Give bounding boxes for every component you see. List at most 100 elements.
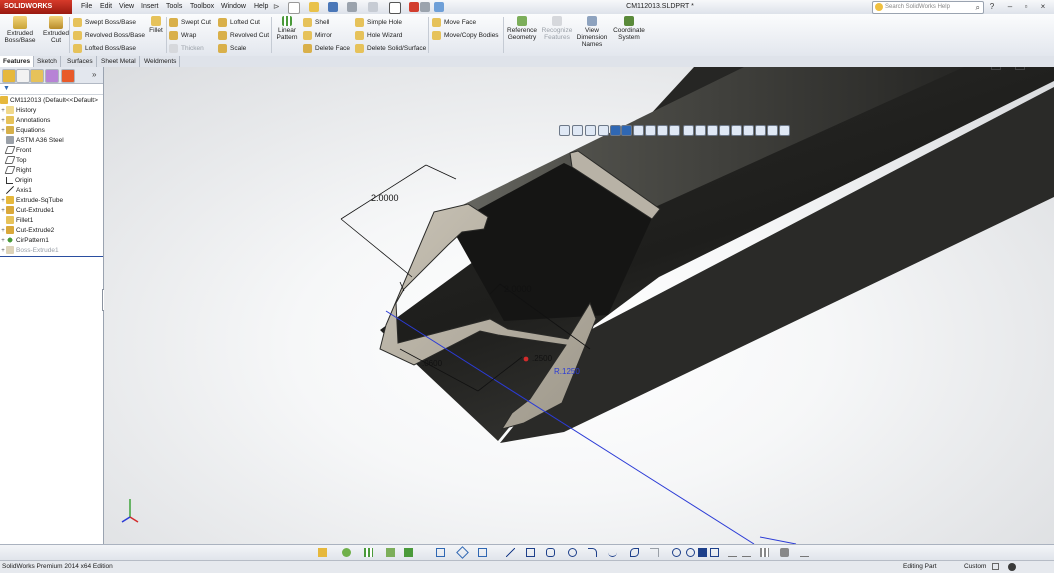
curvature-icon[interactable] xyxy=(767,125,778,136)
display-manager-tab-icon[interactable] xyxy=(61,69,75,83)
display-relations-icon[interactable] xyxy=(800,548,809,557)
dimension-d5[interactable]: R.1250 xyxy=(554,367,580,376)
smart-dimension-icon[interactable] xyxy=(456,546,469,559)
mirror-entities-icon[interactable] xyxy=(728,548,737,557)
perspective-icon[interactable] xyxy=(719,125,730,136)
minimize-button[interactable]: – xyxy=(1004,1,1016,12)
tree-item-origin[interactable]: Origin xyxy=(0,176,32,186)
shell-button[interactable]: Shell xyxy=(303,17,329,28)
undo-icon[interactable] xyxy=(368,2,378,12)
configuration-manager-tab-icon[interactable] xyxy=(30,69,44,83)
mirror-button[interactable]: Mirror xyxy=(303,30,332,41)
menu-edit[interactable]: Edit xyxy=(100,0,112,14)
tree-item-axis1[interactable]: Axis1 xyxy=(0,186,32,196)
tree-item-annotations[interactable]: + Annotations xyxy=(0,116,50,126)
tree-item-boss-extrude1[interactable]: + Boss-Extrude1 xyxy=(0,246,59,256)
point-tool-icon[interactable] xyxy=(672,548,681,557)
tree-item-extrude-sqtube[interactable]: + Extrude-SqTube xyxy=(0,196,63,206)
tree-item-equations[interactable]: + Equations xyxy=(0,126,45,136)
revolved-boss-button[interactable]: Revolved Boss/Base xyxy=(73,30,145,41)
hole-wizard-button[interactable]: Hole Wizard xyxy=(355,30,402,41)
restore-button[interactable]: ▫ xyxy=(1020,1,1032,12)
units-dropdown-icon[interactable] xyxy=(992,563,999,570)
circle-tool-icon[interactable] xyxy=(568,548,577,557)
dimension-d1[interactable]: 2.0000 xyxy=(371,193,399,203)
property-manager-tab-icon[interactable] xyxy=(16,69,30,83)
tree-item-history[interactable]: + History xyxy=(0,106,36,116)
close-button[interactable]: × xyxy=(1037,1,1049,12)
zoom-area-icon[interactable] xyxy=(572,125,583,136)
hide-show-items-icon[interactable] xyxy=(633,125,644,136)
viewport-tile-icon[interactable] xyxy=(991,67,1001,70)
tree-item-front[interactable]: Front xyxy=(0,146,31,156)
spline-tool-icon[interactable] xyxy=(608,548,617,557)
lofted-boss-button[interactable]: Lofted Boss/Base xyxy=(73,43,136,54)
scale-button[interactable]: Scale xyxy=(218,43,246,54)
options-icon[interactable] xyxy=(434,2,444,12)
move-copy-bodies-button[interactable]: Move/Copy Bodies xyxy=(432,30,499,41)
dimxpert-tab-icon[interactable] xyxy=(45,69,59,83)
tab-sketch[interactable]: Sketch xyxy=(34,56,61,67)
sketch-tool-icon[interactable] xyxy=(436,548,445,557)
viewport-minimize-icon[interactable]: – xyxy=(1003,67,1011,68)
section-view-icon[interactable] xyxy=(598,125,609,136)
view-orientation-icon[interactable] xyxy=(610,125,621,136)
menu-pin-icon[interactable]: ⊳ xyxy=(273,0,280,14)
fillet-button[interactable]: Fillet xyxy=(146,16,166,34)
search-go-icon[interactable]: ⌕ xyxy=(976,2,980,13)
text-tool-icon[interactable] xyxy=(698,548,707,557)
move-entities-icon[interactable] xyxy=(780,548,789,557)
fillet-tool-icon[interactable] xyxy=(342,548,351,557)
dimension-d2[interactable]: 2.0000 xyxy=(504,284,532,294)
select-icon[interactable] xyxy=(389,2,401,14)
dimension-grip-icon[interactable] xyxy=(523,356,529,362)
arc-tool-icon[interactable] xyxy=(588,548,597,557)
dimension-d3[interactable]: .0600 xyxy=(422,359,443,368)
print-icon[interactable] xyxy=(347,2,357,12)
menu-tools[interactable]: Tools xyxy=(166,0,182,14)
fillet-sketch-icon[interactable] xyxy=(650,548,659,557)
revolved-cut-button[interactable]: Revolved Cut xyxy=(218,30,269,41)
relations-icon[interactable] xyxy=(478,548,487,557)
menu-view[interactable]: View xyxy=(119,0,134,14)
move-face-button[interactable]: Move Face xyxy=(432,17,476,28)
slot-tool-icon[interactable] xyxy=(546,548,555,557)
linear-sketch-pattern-icon[interactable] xyxy=(760,548,769,557)
line-tool-icon[interactable] xyxy=(506,548,515,557)
apply-scene-icon[interactable] xyxy=(657,125,668,136)
graphics-viewport[interactable]: 2.0000 2.0000 .0600 .2500 R.1250 xyxy=(104,67,1054,544)
tree-item-top[interactable]: Top xyxy=(0,156,26,166)
previous-view-icon[interactable] xyxy=(585,125,596,136)
viewport-restore-icon[interactable] xyxy=(1015,67,1025,70)
wrap-button[interactable]: Wrap xyxy=(169,30,196,41)
dimension-d4[interactable]: .2500 xyxy=(532,354,553,363)
offset-entities-icon[interactable] xyxy=(742,548,751,557)
model-canvas[interactable]: 2.0000 2.0000 .0600 .2500 R.1250 xyxy=(104,67,1054,544)
reference-geometry-button[interactable]: Reference Geometry xyxy=(505,16,539,41)
coordinate-system-button[interactable]: Coordinate System xyxy=(611,16,647,41)
linear-pattern-button[interactable]: Linear Pattern xyxy=(274,16,300,41)
edit-appearance-icon[interactable] xyxy=(645,125,656,136)
view-settings-icon[interactable] xyxy=(669,125,680,136)
tree-root-part[interactable]: CM112013 (Default<<Default> xyxy=(0,96,98,106)
menu-insert[interactable]: Insert xyxy=(141,0,159,14)
realview-icon[interactable] xyxy=(683,125,694,136)
tree-filter[interactable]: ▼ xyxy=(0,84,103,95)
simple-hole-button[interactable]: Simple Hole xyxy=(355,17,402,28)
zebra-stripes-icon[interactable] xyxy=(779,125,790,136)
pattern-tool-icon[interactable] xyxy=(364,548,373,557)
boss-tool-icon[interactable] xyxy=(318,548,327,557)
extruded-cut-button[interactable]: Extruded Cut xyxy=(39,16,73,44)
extruded-boss-button[interactable]: Extruded Boss/Base xyxy=(3,16,37,44)
tree-item-right[interactable]: Right xyxy=(0,166,31,176)
display-style-icon[interactable] xyxy=(621,125,632,136)
swept-cut-button[interactable]: Swept Cut xyxy=(169,17,211,28)
centerline-icon[interactable] xyxy=(686,548,695,557)
menu-window[interactable]: Window xyxy=(221,0,246,14)
expand-chevron-icon[interactable]: » xyxy=(92,70,96,79)
tab-surfaces[interactable]: Surfaces xyxy=(64,56,97,67)
tab-sheet-metal[interactable]: Sheet Metal xyxy=(98,56,140,67)
menu-toolbox[interactable]: Toolbox xyxy=(190,0,214,14)
ellipse-tool-icon[interactable] xyxy=(630,548,639,557)
feature-tree-tab-icon[interactable] xyxy=(2,69,16,83)
